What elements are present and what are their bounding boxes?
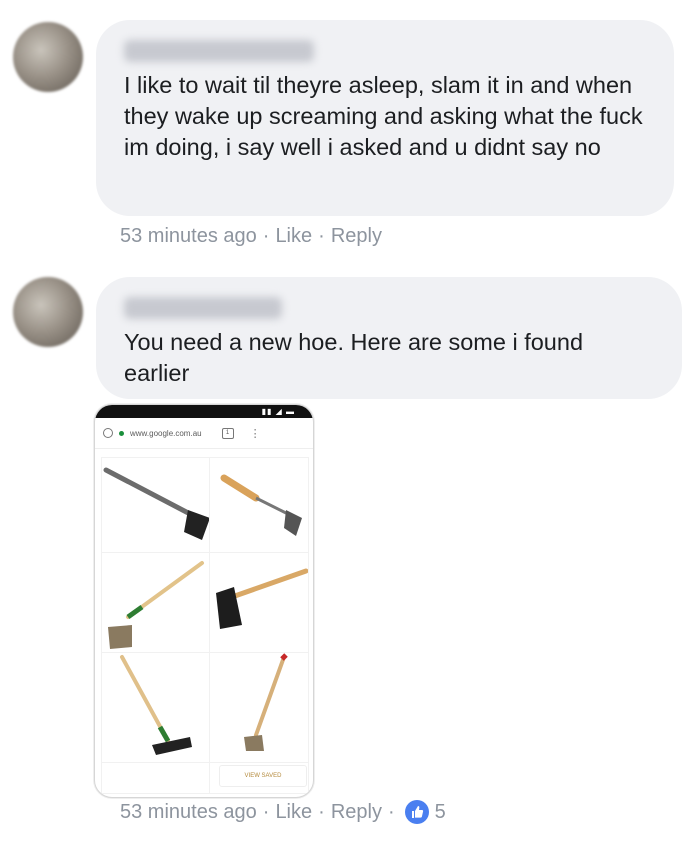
hoe-image-5	[101, 652, 211, 764]
hoe-icon	[108, 561, 204, 649]
more-vert-icon: ⋮	[249, 427, 261, 440]
separator-dot: ·	[262, 800, 270, 823]
tabs-icon: 1	[221, 427, 234, 439]
home-icon	[103, 428, 113, 438]
comment-text-1: I like to wait til theyre asleep, slam i…	[124, 72, 643, 160]
phone-address-bar: www.google.com.au 1 ⋮	[95, 418, 313, 449]
comment-timestamp-1[interactable]: 53 minutes ago	[120, 225, 257, 248]
comment-meta-2: 53 minutes ago · Like · Reply · 5	[120, 800, 446, 824]
commenter-avatar-1[interactable]	[13, 22, 83, 92]
comment-timestamp-2[interactable]: 53 minutes ago	[120, 801, 257, 824]
comment-bubble-1: I like to wait til theyre asleep, slam i…	[96, 20, 674, 216]
commenter-name-blurred-1[interactable]	[124, 40, 314, 62]
hoe-image-2	[209, 457, 309, 554]
lock-icon	[119, 430, 124, 436]
rake-icon	[120, 655, 192, 755]
like-link-2[interactable]: Like	[275, 801, 312, 824]
separator-dot: ·	[387, 800, 395, 823]
like-link-1[interactable]: Like	[275, 225, 312, 248]
phone-status-bar: ▮▮ ◢ ▬	[95, 405, 313, 418]
comment-meta-1: 53 minutes ago · Like · Reply	[120, 225, 382, 248]
hoe-image-3	[101, 552, 211, 654]
hoe-image-4	[209, 552, 309, 654]
image-results-grid	[101, 457, 309, 794]
commenter-avatar-2[interactable]	[13, 277, 83, 347]
hoe-icon	[216, 568, 309, 629]
attached-screenshot[interactable]: ▮▮ ◢ ▬ www.google.com.au 1 ⋮ VIEW SAVED	[94, 404, 314, 798]
comment-bubble-2: You need a new hoe. Here are some i foun…	[96, 277, 682, 399]
reply-link-1[interactable]: Reply	[331, 225, 382, 248]
comment-text-2: You need a new hoe. Here are some i foun…	[124, 329, 584, 386]
hoe-image-1	[101, 457, 211, 554]
commenter-name-blurred-2[interactable]	[124, 297, 282, 319]
view-saved-button[interactable]: VIEW SAVED	[219, 765, 307, 787]
reply-link-2[interactable]: Reply	[331, 801, 382, 824]
hoe-image-7	[101, 762, 211, 794]
reaction-count[interactable]: 5	[435, 801, 446, 824]
separator-dot: ·	[318, 800, 325, 823]
phone-url-text: www.google.com.au	[130, 428, 202, 438]
separator-dot: ·	[318, 225, 325, 247]
hoe-icon	[103, 467, 210, 540]
hoe-icon	[244, 653, 288, 751]
hoe-image-6	[209, 652, 309, 764]
thumbs-up-icon[interactable]	[404, 800, 429, 824]
separator-dot: ·	[262, 225, 270, 247]
hoe-icon	[220, 474, 302, 536]
